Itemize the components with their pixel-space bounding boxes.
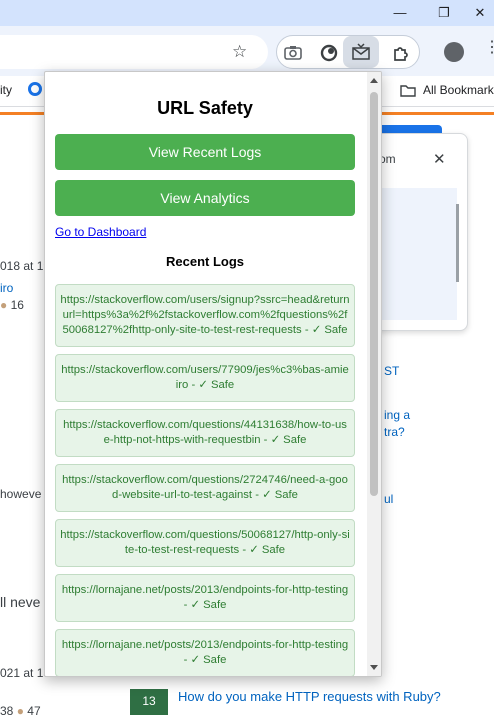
bg-link[interactable]: ST (384, 364, 399, 378)
bg-text: ll neve (0, 594, 41, 610)
all-bookmarks[interactable]: All Bookmark (423, 83, 494, 97)
profile-avatar[interactable] (444, 42, 464, 62)
log-item: https://stackoverflow.com/users/77909/je… (55, 354, 355, 402)
log-item: https://lornajane.net/posts/2013/endpoin… (55, 629, 355, 676)
close-icon[interactable]: ✕ (433, 150, 446, 168)
bg-text: ● 16 (0, 298, 24, 312)
url-safety-popup: URL Safety View Recent Logs View Analyti… (44, 71, 382, 677)
bg-link[interactable]: tra? (384, 425, 405, 439)
puzzle-icon[interactable] (391, 43, 411, 63)
url-safety-extension-button[interactable] (343, 36, 379, 68)
bg-text: 38 ● 47 (0, 704, 41, 718)
dashboard-link[interactable]: Go to Dashboard (55, 225, 146, 239)
window-titlebar: — ❐ ✕ (0, 0, 494, 26)
address-bar[interactable]: ☆ (0, 35, 268, 69)
log-item: https://stackoverflow.com/questions/5006… (55, 519, 355, 567)
bg-scrollbar (456, 204, 459, 282)
camera-icon[interactable] (283, 43, 303, 63)
folder-icon (400, 85, 416, 97)
minimize-icon[interactable]: — (386, 4, 414, 22)
star-icon[interactable]: ☆ (232, 42, 247, 62)
bg-text: howeve (0, 487, 42, 501)
log-item: https://stackoverflow.com/questions/4413… (55, 409, 355, 457)
bg-text: 018 at 19 (0, 259, 51, 273)
circle-logo-icon[interactable] (319, 43, 339, 63)
log-item: https://stackoverflow.com/users/signup?s… (55, 284, 355, 347)
menu-kebab-icon[interactable]: ⋮ (484, 40, 494, 56)
scroll-up-icon[interactable] (370, 78, 378, 83)
bg-text: iro (0, 281, 14, 295)
browser-toolbar: ☆ ⋮ (0, 26, 494, 76)
view-analytics-button[interactable]: View Analytics (55, 180, 355, 216)
bg-link[interactable]: ul (384, 492, 393, 506)
bg-link[interactable]: ing a (384, 408, 410, 422)
vote-count-badge: 13 (130, 689, 168, 715)
bookmark-favicon-icon (28, 82, 42, 96)
recent-logs-title: Recent Logs (165, 254, 244, 269)
bookmark-item[interactable]: ity (0, 83, 12, 97)
popup-title: URL Safety (157, 98, 253, 118)
logs-list: https://stackoverflow.com/users/signup?s… (55, 284, 355, 676)
mail-shield-icon (352, 43, 370, 60)
close-window-icon[interactable]: ✕ (466, 4, 494, 22)
log-item: https://lornajane.net/posts/2013/endpoin… (55, 574, 355, 622)
log-item: https://stackoverflow.com/questions/2724… (55, 464, 355, 512)
question-link[interactable]: How do you make HTTP requests with Ruby? (178, 689, 441, 704)
restore-icon[interactable]: ❐ (430, 4, 458, 22)
scrollbar-thumb[interactable] (370, 92, 378, 496)
scroll-down-icon[interactable] (370, 665, 378, 670)
popup-scrollbar[interactable] (367, 72, 381, 676)
view-recent-logs-button[interactable]: View Recent Logs (55, 134, 355, 170)
